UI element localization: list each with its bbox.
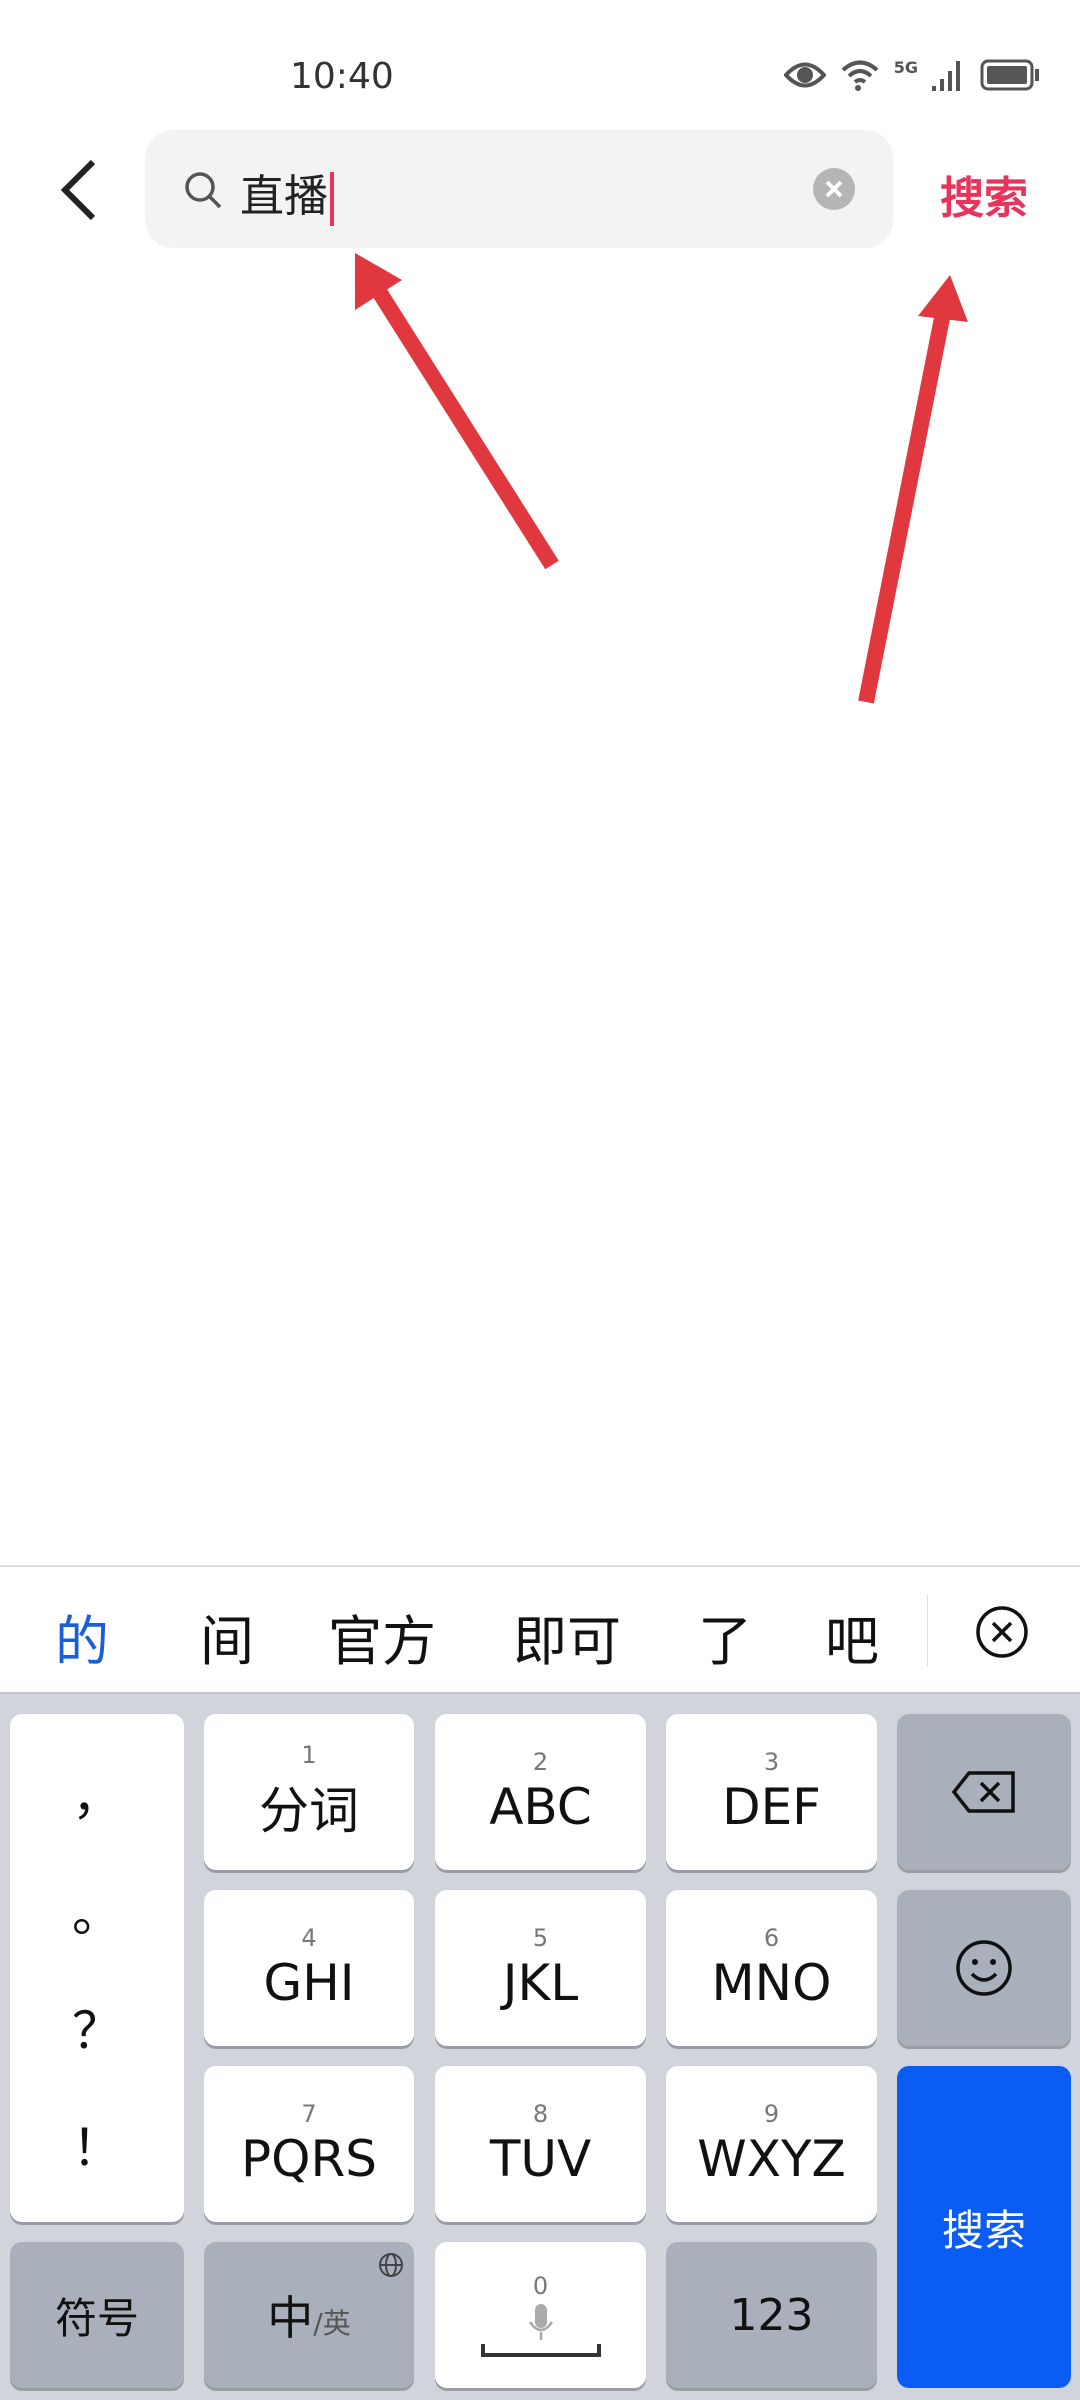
candidate-item[interactable]: 即可 [513, 1597, 621, 1676]
key-number: 4 [301, 1924, 317, 1952]
candidate-bar: 的 间 官方 即可 了 吧 [0, 1565, 1080, 1692]
key-number: 7 [301, 2100, 317, 2128]
punct-key[interactable]: ！ [72, 2108, 122, 2180]
emoji-key[interactable] [897, 1890, 1071, 2046]
key-number: 3 [763, 1748, 780, 1776]
backspace-key[interactable] [897, 1714, 1071, 1870]
symbols-key[interactable]: 符号 [10, 2242, 184, 2388]
backspace-icon [951, 1771, 1015, 1813]
t9-key[interactable]: 7 PQRS [204, 2066, 414, 2222]
microphone-icon [528, 2304, 553, 2340]
t9-key[interactable]: 6 MNO [666, 1890, 877, 2046]
globe-icon [379, 2253, 403, 2277]
key-label: GHI [263, 1954, 355, 2012]
key-number: 9 [763, 2100, 780, 2128]
t9-key[interactable]: 9 WXYZ [666, 2066, 877, 2222]
t9-key[interactable]: 3 DEF [666, 1714, 877, 1870]
candidate-item[interactable]: 官方 [328, 1597, 436, 1676]
candidate-item[interactable]: 吧 [825, 1597, 879, 1676]
keyboard: ， 。 ？ ！ 搜索 符号 中/英 0 123 1 分词 2 ABC 3 DEF 4 GHI 5… [0, 1692, 1080, 2400]
t9-key[interactable]: 5 JKL [435, 1890, 646, 2046]
punct-key[interactable]: ， [72, 1757, 122, 1829]
key-number: 6 [763, 1924, 780, 1952]
punct-key[interactable]: ？ [72, 1991, 122, 2063]
key-number: 1 [301, 1741, 317, 1769]
candidate-item[interactable]: 的 [55, 1597, 109, 1676]
enter-search-key[interactable]: 搜索 [897, 2066, 1071, 2388]
punctuation-column: ， 。 ？ ！ [10, 1714, 184, 2222]
smiley-icon [956, 1940, 1012, 1996]
key-number: 5 [532, 1924, 549, 1952]
key-label: PQRS [241, 2130, 377, 2188]
punct-key[interactable]: 。 [72, 1874, 122, 1946]
annotation-arrow-input [355, 253, 559, 570]
key-number: 2 [532, 1748, 549, 1776]
annotation-arrows [355, 253, 968, 704]
t9-key[interactable]: 4 GHI [204, 1890, 414, 2046]
candidate-item[interactable]: 了 [698, 1597, 752, 1676]
t9-key[interactable]: 2 ABC [435, 1714, 646, 1870]
key-label: MNO [711, 1954, 832, 2012]
key-label: JKL [502, 1954, 579, 2012]
candidate-item[interactable]: 间 [200, 1597, 254, 1676]
annotation-arrow-button [858, 275, 968, 704]
key-label: ABC [489, 1778, 592, 1836]
key-label: WXYZ [697, 2130, 846, 2188]
t9-key[interactable]: 1 分词 [204, 1714, 414, 1870]
space-key[interactable]: 0 [435, 2242, 646, 2388]
t9-key[interactable]: 8 TUV [435, 2066, 646, 2222]
divider [927, 1595, 928, 1667]
key-label: TUV [489, 2130, 592, 2188]
key-label: 分词 [259, 1782, 359, 1840]
space-bar-icon [480, 2344, 601, 2357]
key-label: DEF [722, 1778, 821, 1836]
key-number: 8 [532, 2100, 549, 2128]
collapse-candidates-icon[interactable] [975, 1605, 1029, 1659]
numbers-key[interactable]: 123 [666, 2242, 877, 2388]
language-switch-key[interactable]: 中/英 [204, 2242, 414, 2388]
